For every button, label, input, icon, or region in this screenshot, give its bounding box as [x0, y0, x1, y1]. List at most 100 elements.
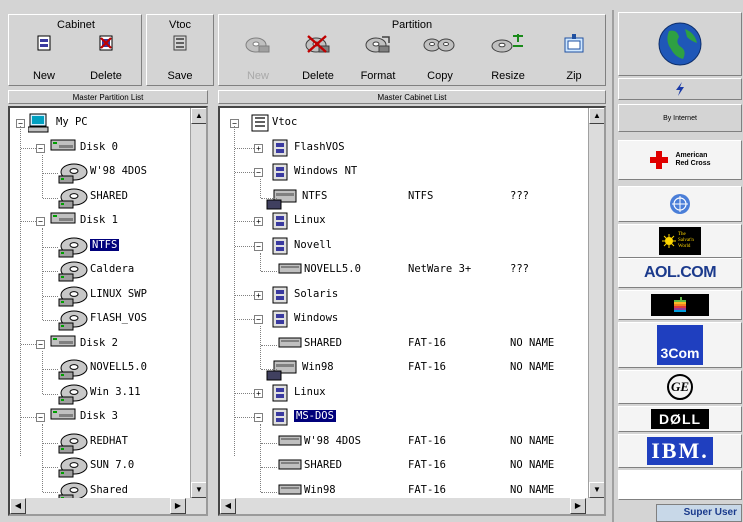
- cabinet-tree-row[interactable]: NTFS NTFS???: [220, 186, 588, 209]
- cabinet-tree-row[interactable]: − MS-DOS: [220, 406, 588, 428]
- dell-link[interactable]: DØLL: [618, 406, 742, 432]
- cabinet-delete-button[interactable]: Delete: [84, 34, 128, 84]
- sidebar-separator: [612, 10, 614, 522]
- salvation-link[interactable]: The Salvat'n World: [618, 224, 742, 258]
- new-partition-icon: [245, 37, 270, 53]
- scroll-right-button[interactable]: ▶: [570, 498, 586, 514]
- partition-zip-button[interactable]: Zip: [552, 34, 596, 84]
- collapse-toggle[interactable]: −: [36, 143, 45, 153]
- partition-delete-button[interactable]: Delete: [296, 34, 340, 84]
- cabinet-tree-row[interactable]: Win98 FAT-16 NO NAME: [220, 357, 588, 381]
- cabinet-tree-row[interactable]: SHARED FAT-16 NO NAME: [220, 455, 588, 477]
- tree-connector: [42, 350, 43, 394]
- expand-toggle[interactable]: +: [254, 217, 263, 226]
- 3com-link[interactable]: 3Com: [618, 322, 742, 368]
- cabinet-tree-row[interactable]: + Linux: [220, 210, 588, 232]
- cabinet-tree-row[interactable]: W'98 4DOS FAT-16 NO NAME: [220, 431, 588, 453]
- scroll-left-button[interactable]: ◀: [10, 498, 26, 514]
- partition-tree-label: NOVELL5.0: [90, 361, 147, 373]
- scroll-left-button[interactable]: ◀: [220, 498, 236, 514]
- partition-tree-label: LINUX SWP: [90, 287, 147, 300]
- expand-toggle[interactable]: +: [254, 290, 263, 300]
- partition-icon: [58, 432, 88, 457]
- partition-tree-label: Disk 2: [80, 336, 118, 349]
- collapse-toggle[interactable]: −: [254, 168, 263, 177]
- cabinet-tree-row[interactable]: − Windows: [220, 308, 588, 330]
- scroll-right-button[interactable]: ▶: [170, 498, 186, 514]
- partition-tree-row[interactable]: LINUX SWP: [10, 284, 190, 306]
- scroll-down-button[interactable]: ▼: [191, 482, 206, 498]
- partition-tree-row[interactable]: − Disk 0: [10, 137, 190, 159]
- scroll-up-button[interactable]: ▲: [589, 108, 604, 124]
- volume-icon: [278, 335, 302, 352]
- collapse-toggle[interactable]: −: [254, 315, 263, 324]
- partition-tree-row[interactable]: Win 3.11: [10, 382, 190, 404]
- cabinet-tree-label: SHARED: [304, 459, 342, 471]
- partition-tree-panel[interactable]: − My PC − Disk 0 W'98 4DOS SHARED − Disk 1 NTFS C…: [8, 106, 208, 516]
- cabinet-group-title: Cabinet: [57, 19, 95, 31]
- cabinet-tree-vscrollbar[interactable]: ▲ ▼: [588, 108, 604, 498]
- partition-resize-button[interactable]: Resize: [486, 34, 530, 84]
- cabinet-tree-row[interactable]: + Solaris: [220, 284, 588, 306]
- scroll-down-button[interactable]: ▼: [589, 482, 604, 498]
- cabinet-tree-row[interactable]: + Linux: [220, 382, 588, 404]
- aol-link[interactable]: AOL.COM: [618, 258, 742, 288]
- cabinet-tree-row[interactable]: + FlashVOS: [220, 137, 588, 159]
- collapse-toggle[interactable]: −: [36, 217, 45, 226]
- red-cross-icon: [650, 151, 669, 169]
- expand-toggle[interactable]: +: [254, 388, 263, 398]
- partition-tree-row[interactable]: FlASH_VOS: [10, 308, 190, 331]
- globe-button[interactable]: [618, 12, 742, 76]
- cabinet-tree-row[interactable]: − Windows NT: [220, 161, 588, 183]
- partition-tree-row[interactable]: − Disk 1: [10, 210, 190, 232]
- partition-tree-row[interactable]: Caldera: [10, 259, 190, 282]
- filesystem-cell: FAT-16: [408, 483, 446, 496]
- tree-connector: [235, 417, 254, 418]
- partition-tree-row[interactable]: − Disk 3: [10, 406, 190, 428]
- collapse-toggle[interactable]: −: [254, 241, 263, 251]
- cabinet-tree-row[interactable]: − Vtoc: [220, 112, 588, 134]
- un-link[interactable]: [618, 186, 742, 222]
- collapse-toggle[interactable]: −: [36, 339, 45, 349]
- partition-new-button[interactable]: New: [236, 34, 280, 84]
- cabinet-new-button[interactable]: New: [22, 34, 66, 84]
- ibm-link[interactable]: IBM.: [618, 434, 742, 468]
- cabinet-tree-label: Novell: [294, 238, 332, 251]
- red-cross-link[interactable]: American Red Cross: [618, 140, 742, 180]
- partition-tree-hscrollbar[interactable]: ◀ ▶: [10, 498, 206, 514]
- tree-connector: [43, 491, 58, 493]
- partition-tree-row[interactable]: − Disk 2: [10, 333, 190, 355]
- cabinet-tree-hscrollbar[interactable]: ◀ ▶: [220, 498, 604, 514]
- partition-tree-row[interactable]: − My PC: [10, 112, 190, 134]
- scroll-up-button[interactable]: ▲: [191, 108, 206, 124]
- tree-connector: [261, 271, 277, 272]
- ge-link[interactable]: GE: [618, 370, 742, 404]
- partition-copy-button[interactable]: Copy: [418, 34, 462, 84]
- collapse-toggle[interactable]: −: [36, 413, 45, 422]
- apple-link[interactable]: [618, 290, 742, 320]
- collapse-toggle[interactable]: −: [254, 413, 263, 422]
- cabinet-tree-panel[interactable]: − Vtoc + FlashVOS − Windows NT NTFS NTFS??? + Lin…: [218, 106, 606, 516]
- volume-name-cell: NO NAME: [510, 434, 555, 447]
- resize-partition-icon: [491, 34, 523, 53]
- vtoc-group-title: Vtoc: [168, 19, 191, 31]
- cabinet-tree-label: Win98: [304, 483, 336, 496]
- partition-tree-row[interactable]: NTFS: [10, 235, 190, 257]
- partition-tree-row[interactable]: SUN 7.0: [10, 455, 190, 478]
- expand-toggle[interactable]: +: [254, 143, 263, 153]
- partition-format-button[interactable]: Format: [356, 34, 400, 84]
- partition-tree-row[interactable]: NOVELL5.0: [10, 357, 190, 380]
- partition-tree-row[interactable]: W'98 4DOS: [10, 161, 190, 184]
- by-internet-button[interactable]: By Internet: [618, 104, 742, 132]
- partition-tree-vscrollbar[interactable]: ▲ ▼: [190, 108, 206, 498]
- vtoc-save-button[interactable]: Save: [158, 34, 202, 84]
- tree-connector: [261, 442, 277, 444]
- cabinet-tree-row[interactable]: NOVELL5.0 NetWare 3+???: [220, 259, 588, 281]
- partition-tree-row[interactable]: SHARED: [10, 186, 190, 208]
- cabinet-tree-row[interactable]: SHARED FAT-16 NO NAME: [220, 333, 588, 355]
- internet-link-button[interactable]: [618, 78, 742, 100]
- partition-tree-row[interactable]: REDHAT: [10, 431, 190, 453]
- tree-connector: [235, 245, 254, 247]
- cabinet-tree-row[interactable]: − Novell: [220, 235, 588, 257]
- salvation-line3: World: [678, 244, 691, 249]
